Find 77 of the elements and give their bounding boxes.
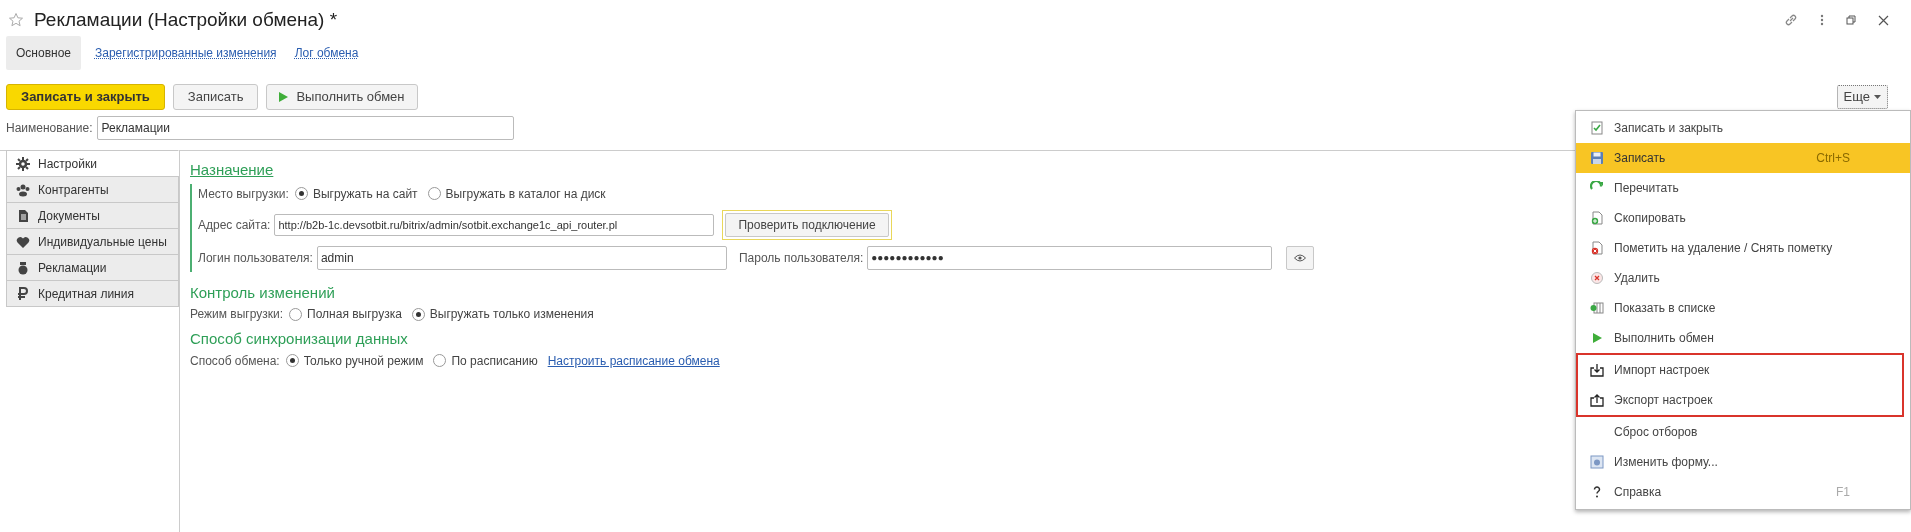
link-icon[interactable] [1784, 13, 1798, 27]
cross-circle-icon [1590, 271, 1604, 285]
side-tab[interactable]: Документы [6, 202, 179, 229]
radio-option[interactable]: По расписанию [433, 351, 538, 370]
eye-icon [1294, 253, 1307, 262]
floppy-icon [1590, 151, 1604, 165]
menu-item[interactable]: Изменить форму... [1576, 447, 1910, 477]
people-icon [16, 182, 30, 197]
radio-button[interactable] [289, 307, 303, 321]
section-heading: Контроль изменений [190, 282, 336, 303]
radio-option[interactable]: Только ручной режим [285, 351, 424, 370]
radio-button[interactable] [433, 354, 447, 367]
import-icon [1590, 363, 1604, 377]
menu-item[interactable]: Справка F1 [1576, 477, 1910, 507]
menu-item[interactable]: Скопировать [1576, 203, 1910, 233]
field-label: Режим выгрузки: [190, 306, 284, 323]
menu-item[interactable]: Записать и закрыть [1576, 113, 1910, 143]
name-label: Наименование: [6, 120, 93, 137]
section-heading: Способ синхронизации данных [190, 329, 409, 349]
menu-item[interactable]: Показать в списке [1576, 293, 1910, 323]
radio-button[interactable] [294, 187, 308, 200]
side-tab[interactable]: Кредитная линия [6, 280, 179, 307]
radio-button[interactable] [411, 307, 425, 321]
menu-item[interactable]: Пометить на удаление / Снять пометку [1576, 233, 1910, 263]
radio-option[interactable]: Выгружать на сайт [294, 184, 418, 203]
field-label: Пароль пользователя: [738, 249, 864, 267]
more-button[interactable]: Еще [1836, 85, 1888, 109]
menu-item[interactable]: Записать Ctrl+S [1576, 143, 1910, 173]
field-label: Логин пользователя: [198, 249, 313, 267]
radio-option[interactable]: Выгружать только изменения [411, 305, 594, 323]
save-and-close-button[interactable]: Записать и закрыть [6, 84, 165, 110]
radio-option[interactable]: Выгружать в каталог на диск [427, 184, 606, 203]
menu-item[interactable]: Сброс отборов [1576, 417, 1910, 447]
gear-icon [16, 156, 30, 171]
name-field[interactable]: Рекламации [96, 116, 514, 140]
more-icon[interactable] [1820, 14, 1824, 26]
field-label: Способ обмена: [190, 352, 280, 370]
run-exchange-button[interactable]: Выполнить обмен [266, 84, 418, 110]
ruble-icon [16, 286, 30, 301]
delete-document-icon [1590, 241, 1604, 255]
radio-option[interactable]: Полная выгрузка [289, 305, 402, 323]
caret-icon [1874, 95, 1881, 99]
schedule-link[interactable]: Настроить расписание обмена [547, 351, 720, 370]
copy-document-icon [1590, 211, 1604, 225]
show-password-button[interactable] [1286, 245, 1315, 270]
window-title: Рекламации (Настройки обмена) * [34, 7, 338, 32]
menu-item[interactable]: Экспорт настроек [1576, 385, 1904, 415]
field-label: Адрес сайта: [198, 216, 271, 234]
form-icon [1590, 455, 1604, 469]
side-tab[interactable]: Контрагенты [6, 176, 179, 203]
address-field[interactable]: http://b2b-1c.devsotbit.ru/bitrix/admin/sotbit.exchange1c_api_router.pl [274, 213, 715, 236]
radio-button[interactable] [427, 187, 441, 200]
play-icon [1590, 331, 1604, 345]
side-tab[interactable]: Индивидуальные цены [6, 228, 179, 255]
close-icon[interactable] [1878, 14, 1889, 26]
field-label: Место выгрузки: [198, 185, 289, 203]
menu-item[interactable]: Импорт настроек [1576, 355, 1904, 385]
restore-icon[interactable] [1846, 15, 1856, 25]
login-field[interactable]: admin [316, 245, 727, 270]
nav-tab[interactable]: Основное [6, 36, 81, 70]
save-button[interactable]: Записать [172, 84, 259, 110]
menu-item[interactable]: Перечитать [1576, 173, 1910, 203]
nav-tab[interactable]: Лог обмена [290, 36, 363, 70]
export-icon [1590, 393, 1604, 407]
menu-item[interactable]: Удалить [1576, 263, 1910, 293]
radio-button[interactable] [285, 354, 299, 367]
document-icon [16, 208, 30, 223]
password-field[interactable]: ●●●●●●●●●●●● [867, 245, 1273, 270]
play-icon [279, 92, 289, 102]
menu-item[interactable]: Выполнить обмен [1576, 323, 1910, 353]
side-tab[interactable]: Рекламации [6, 254, 179, 281]
check-connection-button[interactable]: Проверить подключение [725, 212, 889, 237]
star-icon[interactable] [8, 12, 24, 28]
check-document-icon [1590, 121, 1604, 135]
list-icon [1590, 301, 1604, 315]
nav-tab[interactable]: Зарегистрированные изменения [91, 36, 281, 70]
side-tab[interactable]: Настройки [6, 150, 179, 177]
